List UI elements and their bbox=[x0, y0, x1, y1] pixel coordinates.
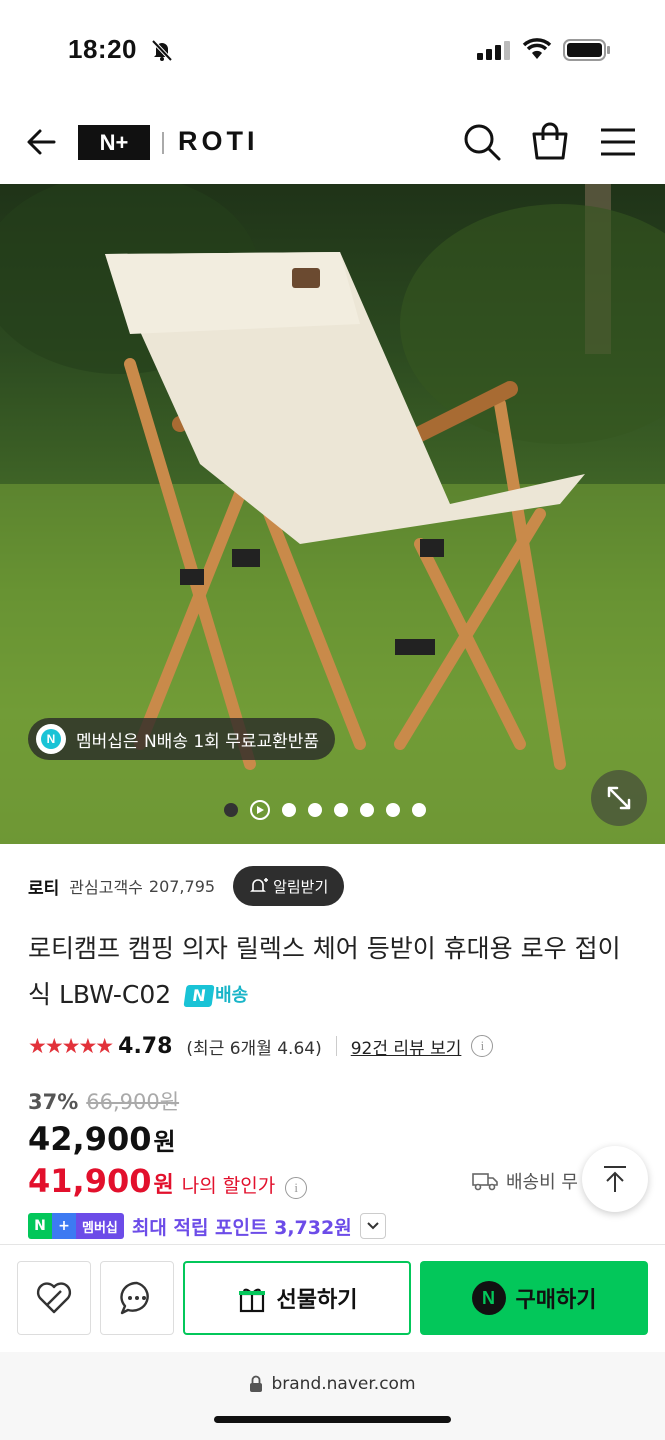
membership-points-row: N + 멤버십 최대 적립 포인트 3,732원 bbox=[28, 1212, 386, 1240]
logo-divider bbox=[162, 132, 164, 154]
divider bbox=[335, 1036, 337, 1056]
original-price: 66,900원 bbox=[86, 1090, 180, 1114]
follower-count: 207,795 bbox=[148, 876, 216, 896]
store-name[interactable]: 로티 bbox=[28, 874, 59, 899]
shipping-info[interactable]: 배송비 무 bbox=[472, 1168, 578, 1194]
shipping-label: 배송비 무 bbox=[506, 1172, 578, 1193]
notify-button[interactable]: 알림받기 bbox=[233, 866, 345, 906]
expand-icon[interactable] bbox=[591, 770, 647, 826]
battery-icon bbox=[563, 39, 610, 61]
buy-label: 구매하기 bbox=[515, 1288, 597, 1313]
wishlist-button[interactable] bbox=[17, 1261, 91, 1335]
svg-text:N: N bbox=[47, 732, 56, 746]
store-row: 로티 관심고객수 207,795 알림받기 bbox=[28, 866, 637, 906]
brand-name[interactable]: ROTI bbox=[178, 126, 259, 157]
carousel-dot[interactable] bbox=[386, 803, 400, 817]
rating-row: ★★★★★ 4.78 (최근 6개월 4.64) 92건 리뷰 보기 i bbox=[28, 1030, 494, 1062]
nplus-membership-badge: N + 멤버십 bbox=[28, 1213, 124, 1239]
chevron-down-icon[interactable] bbox=[359, 1213, 386, 1239]
bell-off-icon bbox=[151, 39, 173, 62]
my-discount-price: 41,900 bbox=[28, 1162, 152, 1200]
search-icon[interactable] bbox=[462, 122, 502, 162]
product-title: 로티캠프 캠핑 의자 릴렉스 체어 등받이 휴대용 로우 접이식 LBW-C02… bbox=[28, 926, 640, 1019]
badge-plus: + bbox=[52, 1213, 76, 1239]
carousel-dots bbox=[224, 800, 426, 820]
gift-icon bbox=[238, 1288, 265, 1313]
buy-button[interactable]: N 구매하기 bbox=[420, 1261, 648, 1335]
sale-price: 42,900 bbox=[28, 1120, 152, 1158]
nplus-logo[interactable]: N+ bbox=[78, 125, 150, 160]
n-delivery-label: 배송 bbox=[215, 985, 249, 1006]
badge-member: 멤버십 bbox=[76, 1213, 124, 1239]
n-delivery-badge-mark: N bbox=[183, 985, 215, 1007]
product-title-text: 로티캠프 캠핑 의자 릴렉스 체어 등받이 휴대용 로우 접이식 LBW-C02 bbox=[28, 934, 621, 1009]
recent-rating: (최근 6개월 4.64) bbox=[186, 1038, 322, 1059]
n-delivery-icon: N bbox=[36, 724, 66, 754]
status-bar: 18:20 bbox=[0, 0, 665, 100]
my-price-row: 41,900 원 나의 할인가 i bbox=[28, 1162, 308, 1200]
product-image-carousel[interactable]: N 멤버십은 N배송 1회 무료교환반품 bbox=[0, 184, 665, 844]
review-link[interactable]: 92건 리뷰 보기 bbox=[351, 1034, 462, 1059]
membership-banner-text: 멤버십은 N배송 1회 무료교환반품 bbox=[76, 731, 320, 752]
price-row: 42,900 원 bbox=[28, 1120, 176, 1158]
lock-icon bbox=[250, 1375, 263, 1392]
wifi-icon bbox=[522, 38, 552, 59]
naver-pay-icon: N bbox=[471, 1281, 506, 1315]
bottom-action-bar: 선물하기 N 구매하기 bbox=[0, 1244, 665, 1352]
info-icon[interactable]: i bbox=[471, 1035, 494, 1057]
play-icon[interactable] bbox=[250, 800, 270, 820]
truck-icon bbox=[472, 1173, 498, 1191]
carousel-dot[interactable] bbox=[224, 803, 238, 817]
membership-banner[interactable]: N 멤버십은 N배송 1회 무료교환반품 bbox=[28, 718, 336, 760]
url-text: brand.naver.com bbox=[271, 1374, 416, 1394]
badge-n: N bbox=[28, 1213, 52, 1239]
discount-rate: 37% bbox=[28, 1090, 79, 1114]
chat-icon bbox=[120, 1281, 149, 1315]
my-discount-price-unit: 원 bbox=[153, 1173, 174, 1198]
nplus-logo-text: N+ bbox=[99, 129, 129, 155]
rating-stars: ★★★★★ bbox=[28, 1034, 114, 1058]
signal-icon bbox=[477, 41, 510, 60]
heart-icon bbox=[36, 1282, 72, 1314]
follower-label: 관심고객수 bbox=[69, 878, 143, 897]
my-discount-label: 나의 할인가 bbox=[181, 1175, 276, 1197]
menu-icon[interactable] bbox=[598, 122, 638, 162]
browser-url-bar[interactable]: brand.naver.com bbox=[0, 1352, 665, 1440]
bell-plus-icon bbox=[250, 878, 269, 892]
status-time: 18:20 bbox=[68, 34, 137, 64]
carousel-dot[interactable] bbox=[412, 803, 426, 817]
n-delivery-badge: N 배송 bbox=[183, 973, 249, 1019]
app-header: N+ ROTI bbox=[0, 100, 665, 184]
gift-label: 선물하기 bbox=[276, 1288, 358, 1313]
home-indicator[interactable] bbox=[214, 1416, 451, 1423]
discount-row: 37% 66,900원 bbox=[28, 1086, 179, 1116]
gift-button[interactable]: 선물하기 bbox=[183, 1261, 411, 1335]
max-points-text: 최대 적립 포인트 3,732원 bbox=[131, 1216, 352, 1239]
info-icon[interactable]: i bbox=[285, 1177, 308, 1199]
url-row: brand.naver.com bbox=[0, 1374, 665, 1394]
carousel-dot[interactable] bbox=[334, 803, 348, 817]
shopping-bag-icon[interactable] bbox=[530, 122, 570, 162]
carousel-dot[interactable] bbox=[360, 803, 374, 817]
scroll-top-button[interactable] bbox=[582, 1146, 648, 1212]
notify-label: 알림받기 bbox=[273, 877, 329, 896]
rating-value: 4.78 bbox=[118, 1033, 173, 1059]
arrow-up-icon bbox=[604, 1166, 626, 1192]
chat-button[interactable] bbox=[100, 1261, 174, 1335]
carousel-dot[interactable] bbox=[282, 803, 296, 817]
sale-price-unit: 원 bbox=[153, 1128, 176, 1156]
carousel-dot[interactable] bbox=[308, 803, 322, 817]
back-arrow-icon[interactable] bbox=[22, 122, 62, 162]
